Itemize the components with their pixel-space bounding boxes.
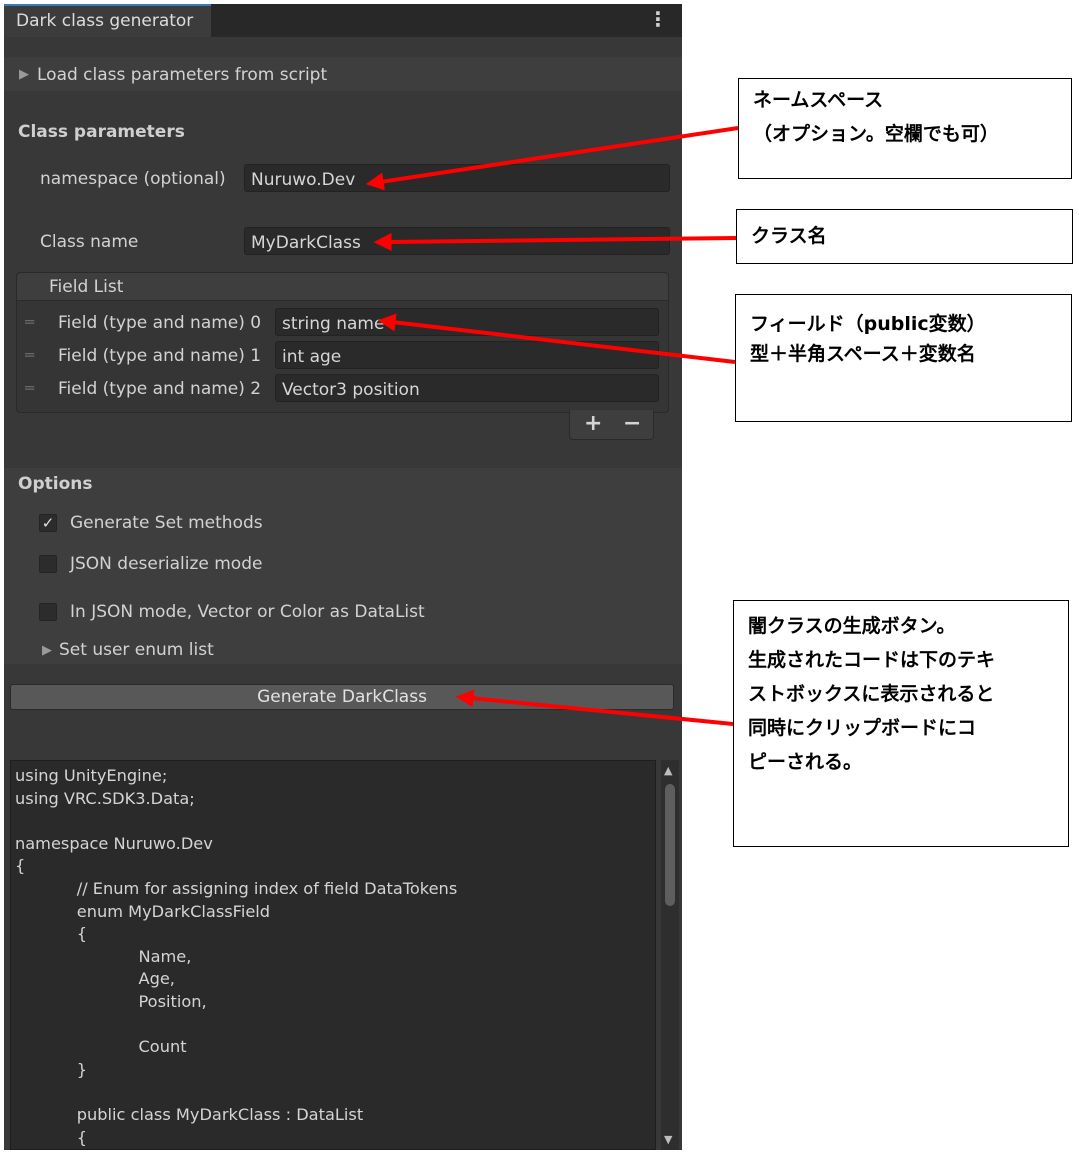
- annotation-arrows: [365, 126, 739, 726]
- arrow-namespace: [365, 126, 739, 191]
- arrow-field: [377, 313, 736, 364]
- arrow-generate: [455, 689, 734, 726]
- arrow-classname: [373, 232, 737, 251]
